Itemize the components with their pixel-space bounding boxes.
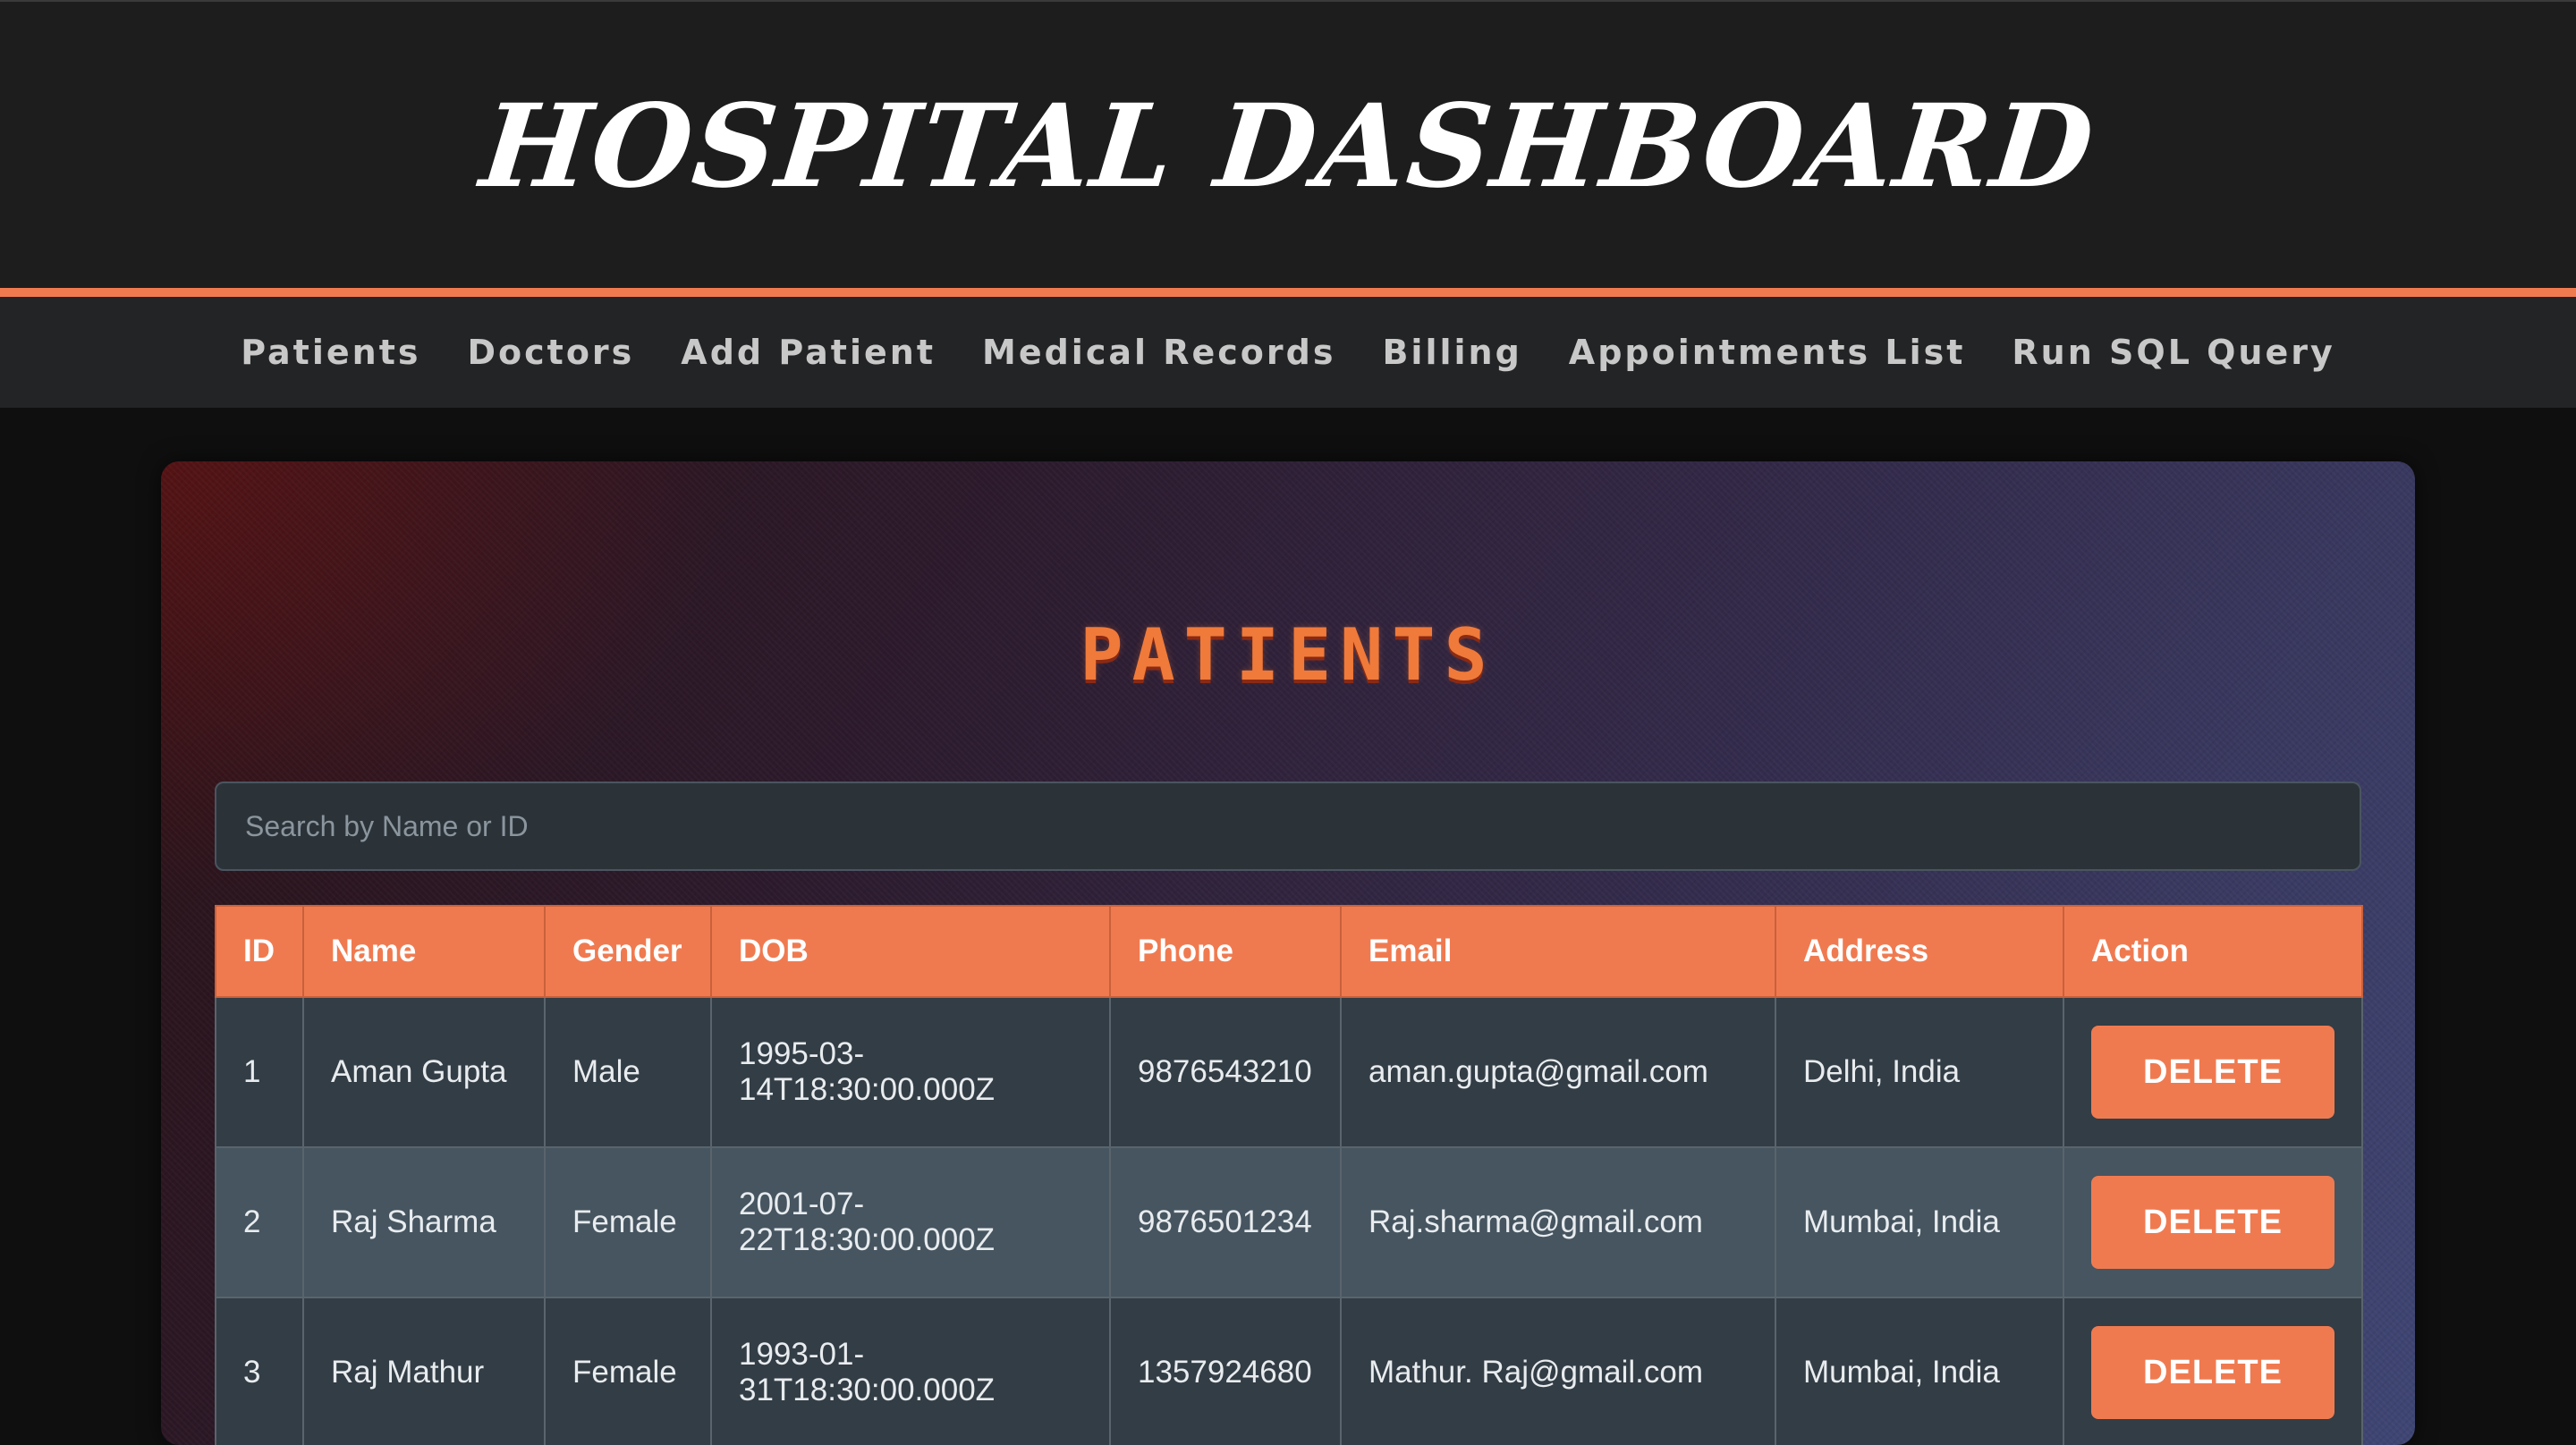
- header: HOSPITAL DASHBOARD: [0, 0, 2576, 290]
- nav-item-patients[interactable]: Patients: [241, 333, 420, 372]
- patients-panel: PATIENTS ID Name Gender DOB Phone Email …: [161, 461, 2415, 1445]
- cell-dob: 2001-07- 22T18:30:00.000Z: [710, 1146, 1111, 1298]
- cell-phone: 9876543210: [1109, 996, 1342, 1148]
- nav-item-doctors[interactable]: Doctors: [467, 333, 634, 372]
- column-header-dob[interactable]: DOB: [710, 905, 1111, 998]
- patients-table: ID Name Gender DOB Phone Email Address A…: [215, 905, 2363, 1445]
- cell-action: DELETE: [2063, 1297, 2363, 1445]
- cell-dob-line1: 2001-07-: [739, 1187, 865, 1221]
- column-header-address[interactable]: Address: [1775, 905, 2064, 998]
- table-row: 3 Raj Mathur Female 1993-01- 31T18:30:00…: [215, 1297, 2363, 1445]
- cell-gender: Male: [544, 996, 712, 1148]
- cell-phone: 1357924680: [1109, 1297, 1342, 1445]
- column-header-action: Action: [2063, 905, 2363, 998]
- cell-dob-line2: 31T18:30:00.000Z: [739, 1373, 996, 1407]
- cell-id: 1: [215, 996, 304, 1148]
- nav-item-add-patient[interactable]: Add Patient: [681, 333, 936, 372]
- cell-gender: Female: [544, 1297, 712, 1445]
- delete-button[interactable]: DELETE: [2091, 1326, 2334, 1419]
- cell-email: Raj.sharma@gmail.com: [1340, 1146, 1776, 1298]
- column-header-gender[interactable]: Gender: [544, 905, 712, 998]
- column-header-id[interactable]: ID: [215, 905, 304, 998]
- cell-dob-line2: 14T18:30:00.000Z: [739, 1072, 996, 1107]
- page-title: HOSPITAL DASHBOARD: [475, 80, 2101, 214]
- cell-dob-line1: 1993-01-: [739, 1337, 865, 1372]
- cell-address: Delhi, India: [1775, 996, 2064, 1148]
- search-input[interactable]: [215, 782, 2361, 871]
- nav-item-medical-records[interactable]: Medical Records: [982, 333, 1335, 372]
- nav-item-appointments-list[interactable]: Appointments List: [1569, 333, 1966, 372]
- cell-action: DELETE: [2063, 1146, 2363, 1298]
- table-header-row: ID Name Gender DOB Phone Email Address A…: [215, 905, 2363, 998]
- header-divider: [0, 288, 2576, 297]
- column-header-email[interactable]: Email: [1340, 905, 1776, 998]
- cell-dob-line1: 1995-03-: [739, 1036, 865, 1071]
- cell-email: aman.gupta@gmail.com: [1340, 996, 1776, 1148]
- delete-button[interactable]: DELETE: [2091, 1176, 2334, 1269]
- cell-name: Aman Gupta: [302, 996, 546, 1148]
- cell-dob-line2: 22T18:30:00.000Z: [739, 1222, 996, 1257]
- cell-name: Raj Sharma: [302, 1146, 546, 1298]
- cell-gender: Female: [544, 1146, 712, 1298]
- delete-button[interactable]: DELETE: [2091, 1026, 2334, 1119]
- nav-item-billing[interactable]: Billing: [1382, 333, 1521, 372]
- cell-id: 2: [215, 1146, 304, 1298]
- cell-phone: 9876501234: [1109, 1146, 1342, 1298]
- table-row: 1 Aman Gupta Male 1995-03- 14T18:30:00.0…: [215, 996, 2363, 1148]
- table-row: 2 Raj Sharma Female 2001-07- 22T18:30:00…: [215, 1146, 2363, 1298]
- cell-address: Mumbai, India: [1775, 1297, 2064, 1445]
- cell-name: Raj Mathur: [302, 1297, 546, 1445]
- column-header-phone[interactable]: Phone: [1109, 905, 1342, 998]
- cell-id: 3: [215, 1297, 304, 1445]
- cell-action: DELETE: [2063, 996, 2363, 1148]
- section-title: PATIENTS: [1080, 613, 1496, 697]
- nav-item-run-sql-query[interactable]: Run SQL Query: [2012, 333, 2334, 372]
- cell-dob: 1993-01- 31T18:30:00.000Z: [710, 1297, 1111, 1445]
- cell-address: Mumbai, India: [1775, 1146, 2064, 1298]
- main-nav: Patients Doctors Add Patient Medical Rec…: [0, 297, 2576, 408]
- column-header-name[interactable]: Name: [302, 905, 546, 998]
- cell-email: Mathur. Raj@gmail.com: [1340, 1297, 1776, 1445]
- cell-dob: 1995-03- 14T18:30:00.000Z: [710, 996, 1111, 1148]
